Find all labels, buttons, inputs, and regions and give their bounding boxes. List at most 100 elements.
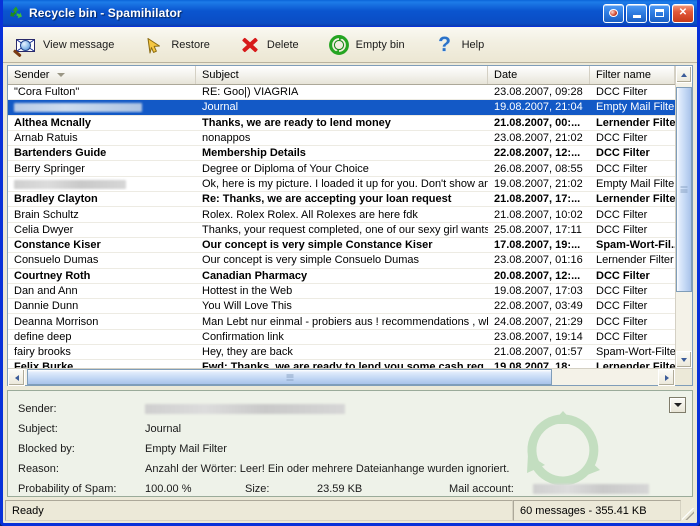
message-rows[interactable]: "Cora Fulton"RE: Goo|) VIAGRIA23.08.2007… [8,85,675,368]
cell-sender: fairy brooks [8,346,196,358]
cell-subject: nonappos [196,132,488,144]
cell-filter: DCC Filter [590,86,675,98]
scroll-right-button[interactable] [658,369,675,386]
scroll-up-button[interactable] [676,66,692,83]
table-row[interactable]: Dan and AnnHottest in the Web19.08.2007,… [8,284,675,299]
table-row[interactable]: Althea McnallyThanks, we are ready to le… [8,116,675,131]
table-row[interactable]: Brain SchultzRolex. Rolex Rolex. All Rol… [8,207,675,222]
detail-row-stats: Probability of Spam: 100.00 % Size: 23.5… [18,479,682,497]
cell-date: 23.08.2007, 21:02 [488,132,590,144]
table-row[interactable]: Dannie DunnYou Will Love This22.08.2007,… [8,299,675,314]
column-header-filter-name[interactable]: Filter name [590,66,675,84]
horizontal-scroll-thumb[interactable] [27,369,552,385]
cell-subject: Canadian Pharmacy [196,270,488,282]
table-row[interactable]: Deanna MorrisonMan Lebt nur einmal - pro… [8,314,675,329]
cell-subject: Our concept is very simple Consuelo Duma… [196,254,488,266]
scroll-grip-icon [681,185,688,194]
column-header-sender-label: Sender [14,69,49,81]
cell-subject: Thanks, we are ready to lend money [196,117,488,129]
rollup-button[interactable] [603,4,624,23]
cell-filter: DCC Filter [590,300,675,312]
yellow-arrow-icon [143,34,165,56]
scroll-down-button[interactable] [676,351,692,368]
column-header-row: Sender Subject Date Filter name [8,66,675,85]
detail-account-label: Mail account: [449,483,533,495]
detail-row-blocked-by: Blocked by: Empty Mail Filter [18,439,682,459]
table-row[interactable]: Berry SpringerDegree or Diploma of Your … [8,161,675,176]
resize-grip-icon[interactable] [681,500,695,521]
detail-sender-label: Sender: [18,403,145,415]
help-button[interactable]: ? Help [430,30,496,60]
cell-sender: Consuelo Dumas [8,254,196,266]
table-row[interactable]: Bartenders GuideMembership Details22.08.… [8,146,675,161]
column-header-subject-label: Subject [202,69,239,81]
cell-filter: DCC Filter [590,209,675,221]
question-mark-icon: ? [434,34,456,56]
window-title: Recycle bin - Spamihilator [29,6,182,20]
table-row[interactable]: Bradley ClaytonRe: Thanks, we are accept… [8,192,675,207]
recycle-icon [8,5,24,21]
table-row[interactable]: Constance KiserOur concept is very simpl… [8,238,675,253]
detail-reason-label: Reason: [18,463,145,475]
scrollbar-corner [675,369,692,385]
table-row[interactable]: Arnab Ratuisnonappos23.08.2007, 21:02DCC… [8,131,675,146]
empty-bin-button[interactable]: Empty bin [324,30,416,60]
table-row[interactable]: Journal19.08.2007, 21:04Empty Mail Filte… [8,100,675,115]
cell-date: 23.08.2007, 01:16 [488,254,590,266]
cell-date: 19.08.2007, 21:02 [488,178,590,190]
cell-sender: Courtney Roth [8,270,196,282]
application-window: Recycle bin - Spamihilator ✕ View messag… [0,0,700,526]
cell-sender [8,178,196,190]
horizontal-scrollbar[interactable] [8,368,692,385]
cell-subject: Our concept is very simple Constance Kis… [196,239,488,251]
cell-date: 19.08.2007, 18: [488,361,590,368]
sort-descending-icon [57,73,65,77]
cell-subject: Thanks, your request completed, one of o… [196,224,488,236]
message-list-inner: Sender Subject Date Filter name "Cora Fu… [8,66,692,368]
table-row[interactable]: Consuelo DumasOur concept is very simple… [8,253,675,268]
help-label: Help [462,39,485,51]
delete-button[interactable]: Delete [235,30,310,60]
cell-filter: Empty Mail Filter [590,178,675,190]
close-button[interactable]: ✕ [672,4,694,23]
vertical-scroll-thumb[interactable] [676,87,692,292]
restore-button[interactable]: Restore [139,30,221,60]
view-message-button[interactable]: View message [11,30,125,60]
column-header-subject[interactable]: Subject [196,66,488,84]
cell-subject: Hey, they are back [196,346,488,358]
table-row[interactable]: Ok, here is my picture. I loaded it up f… [8,177,675,192]
cell-sender: Deanna Morrison [8,316,196,328]
cell-date: 21.08.2007, 00:... [488,117,590,129]
horizontal-scroll-track[interactable] [25,369,658,385]
cell-date: 19.08.2007, 21:04 [488,101,590,113]
title-bar: Recycle bin - Spamihilator ✕ [3,0,697,27]
cell-subject: Confirmation link [196,331,488,343]
cell-filter: DCC Filter [590,163,675,175]
window-controls: ✕ [603,4,694,23]
cell-filter: DCC Filter [590,132,675,144]
table-row[interactable]: define deepConfirmation link23.08.2007, … [8,330,675,345]
cell-sender: Brain Schultz [8,209,196,221]
cell-filter: Lernender Filter [590,254,675,266]
cell-filter: Spam-Wort-Filter [590,346,675,358]
green-recycle-icon [328,34,350,56]
maximize-button[interactable] [649,4,670,23]
column-header-sender[interactable]: Sender [8,66,196,84]
table-row[interactable]: Courtney RothCanadian Pharmacy20.08.2007… [8,269,675,284]
table-row[interactable]: Celia DwyerThanks, your request complete… [8,223,675,238]
minimize-button[interactable] [626,4,647,23]
cell-sender: Arnab Ratuis [8,132,196,144]
vertical-scroll-track[interactable] [676,83,692,351]
cell-date: 21.08.2007, 10:02 [488,209,590,221]
table-row[interactable]: Felix BurkeFwd: Thanks, we are ready to … [8,360,675,368]
collapse-detail-button[interactable] [669,397,686,413]
cell-subject: Journal [196,101,488,113]
table-row[interactable]: fairy brooksHey, they are back21.08.2007… [8,345,675,360]
table-row[interactable]: "Cora Fulton"RE: Goo|) VIAGRIA23.08.2007… [8,85,675,100]
cell-subject: Re: Thanks, we are accepting your loan r… [196,193,488,205]
vertical-scrollbar[interactable] [675,66,692,368]
scroll-left-button[interactable] [8,369,25,386]
column-header-date[interactable]: Date [488,66,590,84]
detail-account-value [533,483,649,495]
cell-sender: Althea Mcnally [8,117,196,129]
